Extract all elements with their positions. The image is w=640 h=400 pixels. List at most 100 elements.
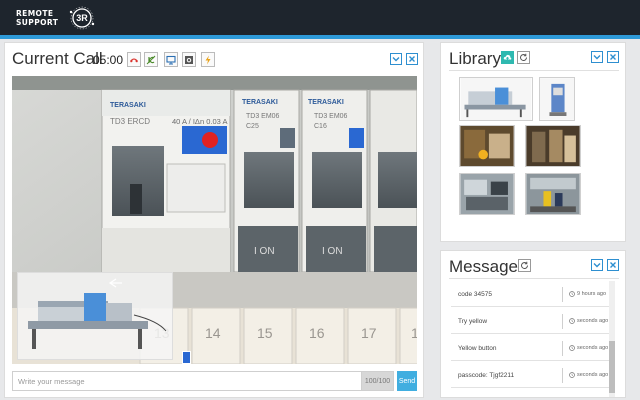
send-button[interactable]: Send: [397, 371, 417, 391]
clock-icon: [569, 372, 575, 378]
refresh-icon: [520, 53, 528, 61]
message-text: Yellow button: [458, 345, 497, 352]
message-input[interactable]: [12, 371, 362, 391]
breaker-2-brand: TERASAKI: [242, 99, 278, 106]
hangup-icon: [130, 58, 138, 62]
close-icon: [409, 56, 415, 62]
clock-icon: [569, 345, 575, 351]
message-item: Yellow button seconds ago: [451, 337, 611, 361]
close-icon: [610, 262, 616, 268]
library-item[interactable]: [459, 173, 515, 215]
message-time-label: seconds ago: [577, 318, 609, 324]
message-time: seconds ago: [569, 345, 608, 351]
upload-button[interactable]: [501, 51, 514, 64]
machine-thumbnail: [460, 78, 532, 120]
machine-pip-image: [28, 278, 167, 349]
breaker-2-model: TD3 EM06: [246, 113, 280, 120]
mute-audio-icon: [146, 55, 156, 64]
message-time: seconds ago: [569, 318, 608, 324]
message-separator: [562, 368, 563, 383]
library-item[interactable]: [525, 173, 581, 215]
collapse-library-button[interactable]: [591, 51, 603, 63]
snapshot-button[interactable]: [182, 52, 196, 67]
message-text: passcode: Tjgf2211: [458, 372, 515, 379]
message-separator: [562, 341, 563, 356]
cabinet-thumbnail: [540, 78, 574, 120]
mute-audio-button[interactable]: [144, 52, 158, 67]
company-logo-icon: 3R: [69, 6, 95, 30]
message-item: code 34575 9 hours ago: [451, 283, 611, 307]
refresh-library-button[interactable]: [517, 51, 530, 64]
close-call-button[interactable]: [406, 53, 418, 65]
workshop-thumbnail-1: [460, 126, 514, 166]
breaker-3-switch-label: I ON: [322, 246, 343, 257]
messages-scrollbar-thumb[interactable]: [609, 341, 615, 393]
message-item: Try yellow seconds ago: [451, 310, 611, 334]
chevron-down-icon: [593, 55, 601, 60]
breaker-1-model: TD3 ERCD: [110, 117, 150, 126]
rail-number-2: 14: [205, 325, 221, 341]
message-time: seconds ago: [569, 372, 608, 378]
chevron-down-icon: [593, 263, 601, 268]
workshop-thumbnail-2: [526, 126, 580, 166]
refresh-icon: [521, 261, 529, 269]
call-timer: 05:00: [93, 53, 124, 67]
message-text: code 34575: [458, 291, 492, 298]
top-bar: REMOTE SUPPORT 3R: [0, 0, 640, 35]
breaker-2-rating: C25: [246, 123, 259, 130]
message-separator: [562, 314, 563, 329]
clock-icon: [569, 291, 575, 297]
message-time: 9 hours ago: [569, 291, 606, 297]
refresh-messages-button[interactable]: [518, 259, 531, 272]
library-title: Library: [449, 49, 501, 68]
close-library-button[interactable]: [607, 51, 619, 63]
collapse-call-button[interactable]: [390, 53, 402, 65]
messages-scrollbar[interactable]: [609, 281, 615, 397]
screen-share-button[interactable]: [164, 52, 178, 67]
message-time-label: seconds ago: [577, 372, 609, 378]
message-list[interactable]: code 34575 9 hours ago Try yellow second…: [451, 281, 617, 397]
messages-title: Messages: [449, 257, 527, 276]
library-item[interactable]: [539, 77, 575, 121]
message-item: passcode: Tjgf2211 seconds ago: [451, 364, 611, 388]
current-call-title: Current Call: [12, 49, 103, 68]
message-text: Try yellow: [458, 318, 488, 325]
screen-icon: [166, 55, 176, 64]
accent-line: [0, 35, 640, 39]
logo-text: 3R: [76, 13, 88, 23]
breaker-3-brand: TERASAKI: [308, 99, 344, 106]
messages-divider: [449, 278, 619, 279]
office-thumbnail-2: [526, 174, 580, 214]
video-feed[interactable]: TERASAKI TD3 ERCD 40 A / IΔn 0.03 A TERA…: [12, 76, 417, 364]
library-panel: Library: [440, 42, 626, 242]
breaker-1-rating: 40 A / IΔn 0.03 A: [172, 117, 227, 126]
hangup-button[interactable]: [127, 52, 141, 67]
cloud-upload-icon: [503, 54, 512, 61]
pip-self-view[interactable]: [17, 272, 173, 360]
message-time-label: seconds ago: [577, 345, 609, 351]
collapse-messages-button[interactable]: [591, 259, 603, 271]
library-item[interactable]: [459, 77, 533, 121]
camera-snapshot-icon: [185, 55, 193, 64]
flash-icon: [205, 55, 211, 64]
breaker-1-brand: TERASAKI: [110, 102, 146, 109]
brand-line-2: SUPPORT: [16, 18, 59, 27]
message-time-label: 9 hours ago: [577, 291, 607, 297]
office-thumbnail-1: [460, 174, 514, 214]
rail-number-3: 15: [257, 325, 273, 341]
current-call-panel: Current Call 05:00 TERASAKI TD3 ERCD 40 …: [4, 42, 424, 398]
library-item[interactable]: [525, 125, 581, 167]
close-messages-button[interactable]: [607, 259, 619, 271]
rail-number-5: 17: [361, 325, 377, 341]
brand-logo: REMOTE SUPPORT: [16, 9, 58, 27]
breaker-2-switch-label: I ON: [254, 246, 275, 257]
brand-line-1: REMOTE: [16, 9, 54, 18]
messages-panel: Messages code 34575 9 hours ago Try yell…: [440, 250, 626, 398]
library-item[interactable]: [459, 125, 515, 167]
breaker-3-model: TD3 EM06: [314, 113, 348, 120]
rail-number-4: 16: [309, 325, 325, 341]
breaker-3-rating: C16: [314, 123, 327, 130]
flash-button[interactable]: [201, 52, 215, 67]
close-icon: [610, 54, 616, 60]
char-counter: 100/100: [362, 371, 394, 391]
